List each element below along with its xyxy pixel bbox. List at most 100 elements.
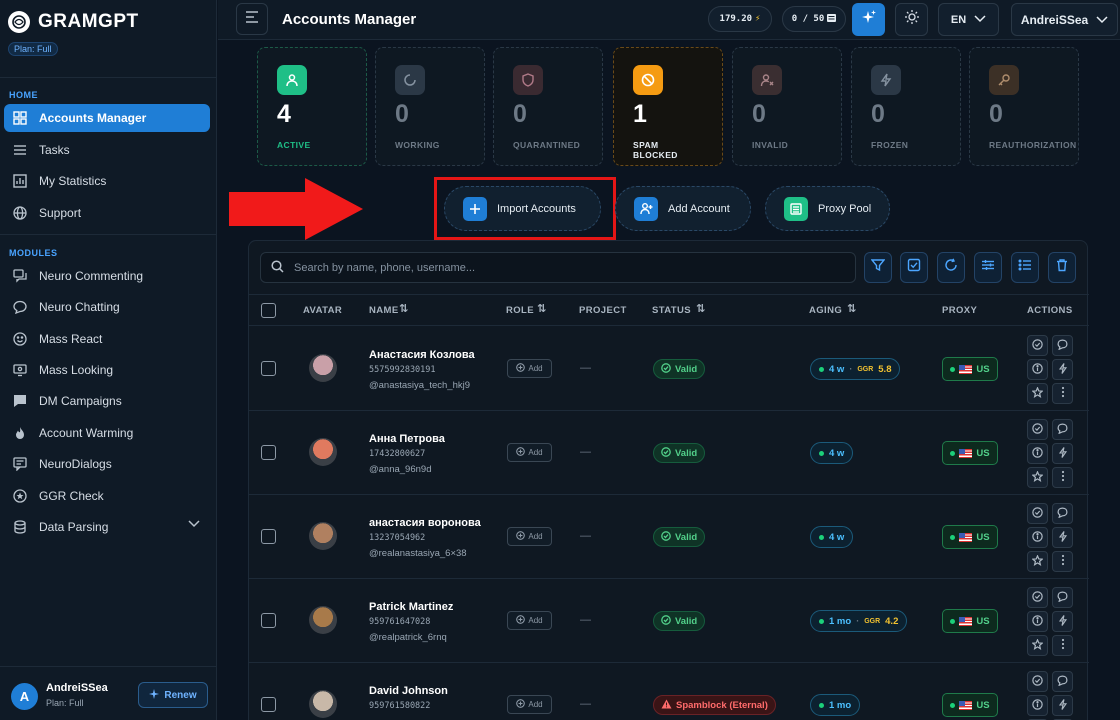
check-action-button[interactable] — [1027, 671, 1048, 692]
add-role-button[interactable]: Add — [507, 611, 552, 630]
sidebar-item-my-statistics[interactable]: My Statistics — [4, 167, 210, 195]
stat-card-invalid[interactable]: 0 INVALID — [732, 47, 842, 166]
sort-icon[interactable]: ⇅ — [696, 302, 706, 315]
boost-action-button[interactable] — [1052, 695, 1073, 716]
row-checkbox[interactable] — [261, 361, 276, 376]
proxy-badge[interactable]: US — [942, 609, 998, 633]
column-header-name[interactable]: NAME — [369, 305, 399, 316]
row-checkbox[interactable] — [261, 697, 276, 712]
app-logo[interactable]: GRAMGPT — [8, 11, 139, 33]
sidebar-item-neuro-commenting[interactable]: Neuro Commenting — [4, 262, 210, 290]
proxy-badge[interactable]: US — [942, 693, 998, 717]
sort-icon[interactable]: ⇅ — [399, 302, 409, 315]
theme-toggle-button[interactable] — [895, 3, 928, 36]
info-action-button[interactable] — [1027, 359, 1048, 380]
sidebar-item-data-parsing[interactable]: Data Parsing — [4, 513, 210, 541]
messages-action-button[interactable] — [1052, 335, 1073, 356]
boost-action-button[interactable] — [1052, 527, 1073, 548]
info-action-button[interactable] — [1027, 527, 1048, 548]
renew-button[interactable]: Renew — [138, 682, 208, 708]
account-name[interactable]: анастасия воронова — [369, 517, 481, 529]
column-header-aging[interactable]: AGING — [809, 305, 842, 316]
select-all-checkbox[interactable] — [261, 303, 276, 318]
sidebar-toggle-button[interactable] — [236, 3, 268, 35]
more-options-button[interactable] — [1052, 635, 1073, 656]
proxy-badge[interactable]: US — [942, 357, 998, 381]
more-options-button[interactable] — [1052, 551, 1073, 572]
messages-action-button[interactable] — [1052, 671, 1073, 692]
info-action-button[interactable] — [1027, 611, 1048, 632]
favorite-action-button[interactable] — [1027, 551, 1048, 572]
messages-action-button[interactable] — [1052, 587, 1073, 608]
info-action-button[interactable] — [1027, 443, 1048, 464]
chevron-down-icon[interactable] — [188, 520, 200, 531]
proxy-badge[interactable]: US — [942, 525, 998, 549]
row-checkbox[interactable] — [261, 529, 276, 544]
account-name[interactable]: Patrick Martinez — [369, 601, 453, 613]
select-all-button[interactable] — [900, 252, 928, 283]
check-action-button[interactable] — [1027, 587, 1048, 608]
filter-button[interactable] — [864, 252, 892, 283]
add-account-button[interactable]: Add Account — [615, 186, 751, 231]
sidebar-item-dm-campaigns[interactable]: DM Campaigns — [4, 387, 210, 415]
stat-card-working[interactable]: 0 WORKING — [375, 47, 485, 166]
proxy-pool-button[interactable]: Proxy Pool — [765, 186, 890, 231]
sidebar-item-neuro-chatting[interactable]: Neuro Chatting — [4, 293, 210, 321]
boost-action-button[interactable] — [1052, 443, 1073, 464]
delete-button[interactable] — [1048, 252, 1076, 283]
sidebar-item-support[interactable]: Support — [4, 199, 210, 227]
boost-action-button[interactable] — [1052, 611, 1073, 632]
sidebar-item-neurodialogs[interactable]: NeuroDialogs — [4, 450, 210, 478]
check-action-button[interactable] — [1027, 503, 1048, 524]
sort-icon[interactable]: ⇅ — [537, 302, 547, 315]
quota-badge[interactable]: 0 / 50 — [782, 6, 846, 32]
table-row[interactable]: Анастасия Козлова 5575992830191 @anastas… — [249, 327, 1089, 411]
columns-settings-button[interactable] — [974, 252, 1002, 283]
bulk-actions-button[interactable] — [1011, 252, 1039, 283]
more-options-button[interactable] — [1052, 467, 1073, 488]
row-checkbox[interactable] — [261, 445, 276, 460]
sidebar-item-tasks[interactable]: Tasks — [4, 136, 210, 164]
sort-icon[interactable]: ⇅ — [847, 302, 857, 315]
add-role-button[interactable]: Add — [507, 443, 552, 462]
proxy-badge[interactable]: US — [942, 441, 998, 465]
check-action-button[interactable] — [1027, 419, 1048, 440]
column-header-role[interactable]: ROLE — [506, 305, 534, 316]
ai-assistant-button[interactable] — [852, 3, 885, 36]
user-menu-button[interactable]: AndreiSSea — [1011, 3, 1118, 36]
sidebar-item-ggr-check[interactable]: GGR Check — [4, 482, 210, 510]
table-row[interactable]: анастасия воронова 13237054962 @realanas… — [249, 495, 1089, 579]
boost-action-button[interactable] — [1052, 359, 1073, 380]
import-accounts-button[interactable]: Import Accounts — [444, 186, 601, 231]
table-row[interactable]: Анна Петрова 17432800627 @anna_96n9d Add… — [249, 411, 1089, 495]
stat-card-reauthorization[interactable]: 0 REAUTHORIZATION — [969, 47, 1079, 166]
stat-card-active[interactable]: 4 ACTIVE — [257, 47, 367, 166]
table-row[interactable]: Patrick Martinez 959761647028 @realpatri… — [249, 579, 1089, 663]
row-checkbox[interactable] — [261, 613, 276, 628]
favorite-action-button[interactable] — [1027, 383, 1048, 404]
sidebar-item-accounts-manager[interactable]: Accounts Manager — [4, 104, 210, 132]
language-select[interactable]: EN — [938, 3, 999, 36]
avatar[interactable]: A — [11, 683, 38, 710]
add-role-button[interactable]: Add — [507, 527, 552, 546]
favorite-action-button[interactable] — [1027, 467, 1048, 488]
messages-action-button[interactable] — [1052, 503, 1073, 524]
info-action-button[interactable] — [1027, 695, 1048, 716]
balance-badge[interactable]: 179.20 ⚡ — [708, 6, 772, 32]
sidebar-item-mass-looking[interactable]: Mass Looking — [4, 356, 210, 384]
account-name[interactable]: Анна Петрова — [369, 433, 445, 445]
sidebar-item-mass-react[interactable]: Mass React — [4, 325, 210, 353]
search-input[interactable]: Search by name, phone, username... — [260, 252, 856, 283]
messages-action-button[interactable] — [1052, 419, 1073, 440]
column-header-status[interactable]: STATUS — [652, 305, 691, 316]
stat-card-quarantined[interactable]: 0 QUARANTINED — [493, 47, 603, 166]
more-options-button[interactable] — [1052, 383, 1073, 404]
add-role-button[interactable]: Add — [507, 359, 552, 378]
stat-card-frozen[interactable]: 0 FROZEN — [851, 47, 961, 166]
table-row[interactable]: David Johnson 959761580822 Add — Spamblo… — [249, 663, 1089, 720]
refresh-button[interactable] — [937, 252, 965, 283]
sidebar-item-account-warming[interactable]: Account Warming — [4, 419, 210, 447]
favorite-action-button[interactable] — [1027, 635, 1048, 656]
add-role-button[interactable]: Add — [507, 695, 552, 714]
stat-card-spam-blocked[interactable]: 1 SPAM BLOCKED — [613, 47, 723, 166]
